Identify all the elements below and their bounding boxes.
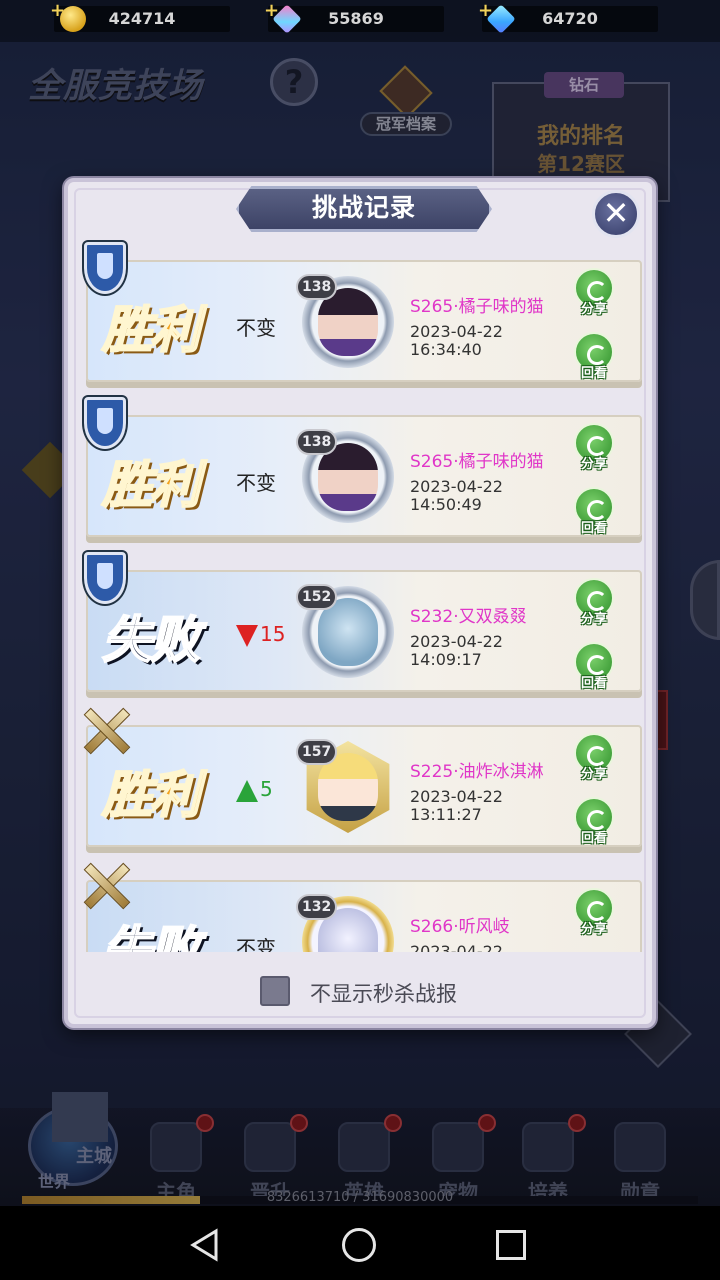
dialog-footer: 不显示秒杀战报 [68,960,652,1020]
replay-label: 回看 [580,366,607,381]
battle-date: 2023-04-22 13:11:27 [410,788,544,824]
attack-swords-icon [82,856,134,914]
rank-change: 不变 [236,467,276,496]
opponent-name: S232·又双叒叕 [410,607,527,627]
level-badge: 152 [296,584,338,610]
battle-day: 2023-04-22 [410,322,503,341]
replay-label: 回看 [580,676,607,691]
close-button[interactable]: ✕ [592,190,640,238]
level-badge: 157 [296,739,338,765]
share-label: 分享 [580,612,607,627]
rank-change: 不变 [236,312,276,341]
back-icon[interactable] [188,1228,222,1262]
rank-change: 不变 [236,932,276,952]
share-label: 分享 [580,767,607,782]
diamond-value: 64720 [542,9,598,28]
opponent-avatar[interactable]: 132 [296,894,400,952]
battle-date: 2023-04-22 [410,942,510,953]
rank-change: 5 [236,777,273,802]
opponent-name: S266·听风岐 [410,917,510,937]
rank-change-value: 不变 [236,936,276,952]
replay-label: 回看 [580,521,607,536]
result-label: 失败 [101,610,201,670]
list-item: 胜利 不变 138 S265·橘子味的猫 2023-04-22 16:34:40 … [82,240,642,388]
level-badge: 138 [296,429,338,455]
record-list[interactable]: 胜利 不变 138 S265·橘子味的猫 2023-04-22 16:34:40 … [82,240,646,952]
battle-date: 2023-04-22 14:50:49 [410,478,544,514]
opponent-avatar[interactable]: 138 [296,274,400,370]
rank-change-value: 不变 [236,471,276,495]
share-label: 分享 [580,302,607,317]
share-button[interactable]: 分享 [570,733,618,783]
replay-button[interactable]: 回看 [570,487,618,537]
gem-currency[interactable]: + 55869 [264,0,444,34]
opponent-info: S232·又双叒叕 2023-04-22 14:09:17 [410,602,527,669]
diamond-currency[interactable]: + 64720 [478,0,658,34]
home-icon[interactable] [342,1228,376,1262]
rank-change-value: 不变 [236,316,276,340]
opponent-info: S266·听风岐 2023-04-22 [410,912,510,952]
opponent-name: S265·橘子味的猫 [410,297,544,317]
battle-day: 2023-04-22 [410,477,503,496]
gold-value: 424714 [108,9,176,28]
defense-shield-icon [84,552,126,604]
result-label: 失败 [101,920,201,952]
level-badge: 132 [296,894,338,920]
attack-swords-icon [82,701,134,759]
battle-date: 2023-04-22 16:34:40 [410,323,544,359]
rank-change-value: 5 [260,777,273,801]
rank-down-arrow-icon [236,624,258,647]
battle-time: 14:09:17 [410,650,482,669]
opponent-avatar[interactable]: 157 [296,739,400,835]
rank-change-value: 15 [260,622,286,646]
replay-button[interactable]: 回看 [570,332,618,382]
share-label: 分享 [580,457,607,472]
recent-apps-icon[interactable] [496,1230,526,1260]
replay-label: 回看 [580,831,607,846]
battle-time: 14:50:49 [410,495,482,514]
replay-button[interactable]: 回看 [570,642,618,692]
level-badge: 138 [296,274,338,300]
battle-day: 2023-04-22 [410,787,503,806]
currency-bar: + 424714 + 55869 + 64720 [0,0,720,42]
battle-time: 13:11:27 [410,805,482,824]
list-item: 失败 不变 132 S266·听风岐 2023-04-22 分享 [82,860,642,952]
battle-time: 16:34:40 [410,340,482,359]
gem-value: 55869 [328,9,384,28]
gold-currency[interactable]: + 424714 [50,0,230,32]
battle-date: 2023-04-22 14:09:17 [410,633,527,669]
hide-instant-kill-checkbox[interactable] [260,976,290,1006]
share-button[interactable]: 分享 [570,423,618,473]
rank-up-arrow-icon [236,779,258,802]
opponent-name: S225·油炸冰淇淋 [410,762,544,782]
list-item: 胜利 5 157 S225·油炸冰淇淋 2023-04-22 13:11:27 分… [82,705,642,853]
battle-day: 2023-04-22 [410,632,503,651]
hide-instant-kill-label[interactable]: 不显示秒杀战报 [310,978,457,1008]
opponent-info: S225·油炸冰淇淋 2023-04-22 13:11:27 [410,757,544,824]
game-screen: + 424714 + 55869 + 64720 全服竞技场 ? 冠军档案 钻石… [0,0,720,1280]
defense-shield-icon [84,242,126,294]
replay-button[interactable]: 回看 [570,797,618,847]
dialog-title: 挑战记录 [311,193,416,222]
battle-day: 2023-04-22 [410,942,503,953]
list-item: 胜利 不变 138 S265·橘子味的猫 2023-04-22 14:50:49 … [82,395,642,543]
opponent-avatar[interactable]: 152 [296,584,400,680]
result-label: 胜利 [101,455,201,515]
opponent-name: S265·橘子味的猫 [410,452,544,472]
defense-shield-icon [84,397,126,449]
rank-change: 15 [236,622,285,647]
opponent-info: S265·橘子味的猫 2023-04-22 16:34:40 [410,292,544,359]
share-button[interactable]: 分享 [570,578,618,628]
opponent-info: S265·橘子味的猫 2023-04-22 14:50:49 [410,447,544,514]
list-item: 失败 15 152 S232·又双叒叕 2023-04-22 14:09:17 分… [82,550,642,698]
result-label: 胜利 [101,765,201,825]
share-button[interactable]: 分享 [570,268,618,318]
opponent-avatar[interactable]: 138 [296,429,400,525]
result-label: 胜利 [101,300,201,360]
share-button[interactable]: 分享 [570,888,618,938]
system-nav-bar [0,1206,720,1280]
challenge-record-dialog: 挑战记录 ✕ 胜利 不变 138 S265·橘子味的猫 2023-04-22 16… [64,178,656,1028]
share-label: 分享 [580,922,607,937]
